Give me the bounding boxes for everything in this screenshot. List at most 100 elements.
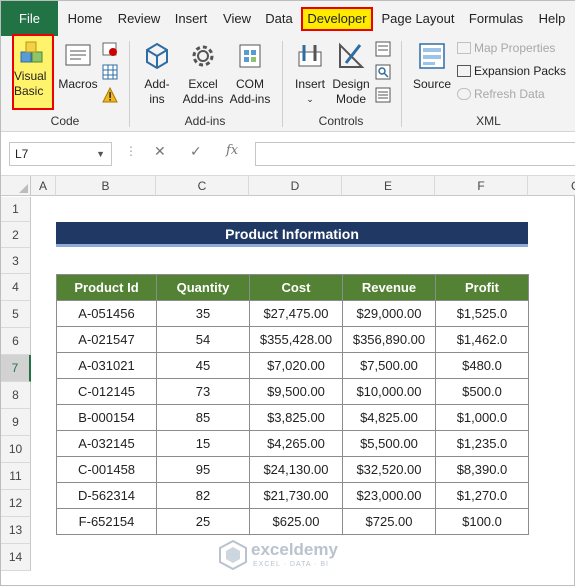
tab-help[interactable]: Help <box>534 7 570 31</box>
cell-profit[interactable]: $1,525.0 <box>435 300 529 327</box>
formula-input[interactable] <box>255 142 575 166</box>
relative-references-icon[interactable] <box>102 64 118 80</box>
tab-formulas[interactable]: Formulas <box>464 7 528 31</box>
column-header-b[interactable]: B <box>56 176 156 196</box>
record-macro-icon[interactable] <box>102 41 118 57</box>
tab-insert[interactable]: Insert <box>169 7 213 31</box>
tab-developer[interactable]: Developer <box>301 7 373 31</box>
tab-review[interactable]: Review <box>114 7 164 31</box>
cell-cost[interactable]: $24,130.00 <box>249 456 343 483</box>
column-header-a[interactable]: A <box>31 176 56 196</box>
row-header-9[interactable]: 9 <box>1 409 31 436</box>
cell-quantity[interactable]: 45 <box>156 352 250 379</box>
cell-revenue[interactable]: $23,000.00 <box>342 482 436 509</box>
select-all-corner[interactable] <box>1 176 31 196</box>
row-header-1[interactable]: 1 <box>1 197 31 222</box>
refresh-data-button[interactable]: Refresh Data <box>457 87 545 101</box>
row-header-8[interactable]: 8 <box>1 382 31 409</box>
cell-product-id[interactable]: C-001458 <box>56 456 157 483</box>
row-header-7[interactable]: 7 <box>1 355 31 382</box>
header-cost[interactable]: Cost <box>249 274 343 301</box>
cell-cost[interactable]: $7,020.00 <box>249 352 343 379</box>
column-header-c[interactable]: C <box>156 176 249 196</box>
cell-cost[interactable]: $355,428.00 <box>249 326 343 353</box>
cell-profit[interactable]: $1,000.0 <box>435 404 529 431</box>
run-dialog-icon[interactable] <box>375 87 391 103</box>
row-header-3[interactable]: 3 <box>1 248 31 274</box>
name-box[interactable]: L7 ▼ <box>9 142 112 166</box>
macros-button[interactable]: Macros <box>57 41 99 92</box>
macro-security-icon[interactable] <box>102 87 118 103</box>
chevron-down-icon[interactable]: ▼ <box>96 143 105 165</box>
cell-profit[interactable]: $500.0 <box>435 378 529 405</box>
insert-control-button[interactable]: Insert ⌄ <box>290 41 330 107</box>
tab-home[interactable]: Home <box>63 7 107 31</box>
cell-quantity[interactable]: 25 <box>156 508 250 535</box>
cell-product-id[interactable]: F-652154 <box>56 508 157 535</box>
cell-cost[interactable]: $21,730.00 <box>249 482 343 509</box>
add-ins-button[interactable]: Add- ins <box>137 41 177 107</box>
sheet-title[interactable]: Product Information <box>56 222 528 247</box>
cell-revenue[interactable]: $7,500.00 <box>342 352 436 379</box>
row-header-12[interactable]: 12 <box>1 490 31 517</box>
view-code-icon[interactable] <box>375 64 391 80</box>
design-mode-button[interactable]: Design Mode <box>331 41 371 107</box>
cell-cost[interactable]: $27,475.00 <box>249 300 343 327</box>
cell-cost[interactable]: $4,265.00 <box>249 430 343 457</box>
cell-revenue[interactable]: $5,500.00 <box>342 430 436 457</box>
map-properties-button[interactable]: Map Properties <box>457 41 555 55</box>
cell-quantity[interactable]: 73 <box>156 378 250 405</box>
cell-quantity[interactable]: 54 <box>156 326 250 353</box>
column-header-g[interactable]: G <box>528 176 575 196</box>
row-header-14[interactable]: 14 <box>1 544 31 571</box>
tab-data[interactable]: Data <box>260 7 298 31</box>
expansion-packs-button[interactable]: Expansion Packs <box>457 64 566 78</box>
row-header-10[interactable]: 10 <box>1 436 31 463</box>
cell-cost[interactable]: $625.00 <box>249 508 343 535</box>
column-header-f[interactable]: F <box>435 176 528 196</box>
source-button[interactable]: Source <box>409 41 455 92</box>
properties-icon[interactable] <box>375 41 391 57</box>
row-header-5[interactable]: 5 <box>1 301 31 328</box>
excel-add-ins-button[interactable]: Excel Add-ins <box>179 41 227 107</box>
row-header-13[interactable]: 13 <box>1 517 31 544</box>
row-header-2[interactable]: 2 <box>1 222 31 248</box>
cell-cost[interactable]: $9,500.00 <box>249 378 343 405</box>
cell-profit[interactable]: $1,462.0 <box>435 326 529 353</box>
cell-revenue[interactable]: $32,520.00 <box>342 456 436 483</box>
cell-revenue[interactable]: $4,825.00 <box>342 404 436 431</box>
cell-profit[interactable]: $1,270.0 <box>435 482 529 509</box>
header-profit[interactable]: Profit <box>435 274 529 301</box>
header-revenue[interactable]: Revenue <box>342 274 436 301</box>
cell-product-id[interactable]: D-562314 <box>56 482 157 509</box>
header-product-id[interactable]: Product Id <box>56 274 157 301</box>
cell-quantity[interactable]: 15 <box>156 430 250 457</box>
cell-product-id[interactable]: A-031021 <box>56 352 157 379</box>
com-add-ins-button[interactable]: COM Add-ins <box>227 41 273 107</box>
cell-product-id[interactable]: A-021547 <box>56 326 157 353</box>
tab-view[interactable]: View <box>219 7 255 31</box>
column-header-d[interactable]: D <box>249 176 342 196</box>
row-header-6[interactable]: 6 <box>1 328 31 355</box>
visual-basic-button[interactable]: Visual Basic <box>12 34 54 110</box>
tab-page-layout[interactable]: Page Layout <box>378 7 458 31</box>
cell-product-id[interactable]: A-032145 <box>56 430 157 457</box>
cancel-icon[interactable]: ✕ <box>154 143 166 160</box>
tab-file[interactable]: File <box>1 1 58 36</box>
cell-revenue[interactable]: $356,890.00 <box>342 326 436 353</box>
cell-revenue[interactable]: $725.00 <box>342 508 436 535</box>
header-quantity[interactable]: Quantity <box>156 274 250 301</box>
cell-product-id[interactable]: C-012145 <box>56 378 157 405</box>
row-header-11[interactable]: 11 <box>1 463 31 490</box>
cell-profit[interactable]: $480.0 <box>435 352 529 379</box>
enter-icon[interactable]: ✓ <box>190 143 202 160</box>
cell-profit[interactable]: $100.0 <box>435 508 529 535</box>
row-header-4[interactable]: 4 <box>1 274 31 301</box>
cell-quantity[interactable]: 95 <box>156 456 250 483</box>
cell-quantity[interactable]: 35 <box>156 300 250 327</box>
cell-quantity[interactable]: 82 <box>156 482 250 509</box>
cell-profit[interactable]: $1,235.0 <box>435 430 529 457</box>
cell-quantity[interactable]: 85 <box>156 404 250 431</box>
cell-revenue[interactable]: $10,000.00 <box>342 378 436 405</box>
column-header-e[interactable]: E <box>342 176 435 196</box>
